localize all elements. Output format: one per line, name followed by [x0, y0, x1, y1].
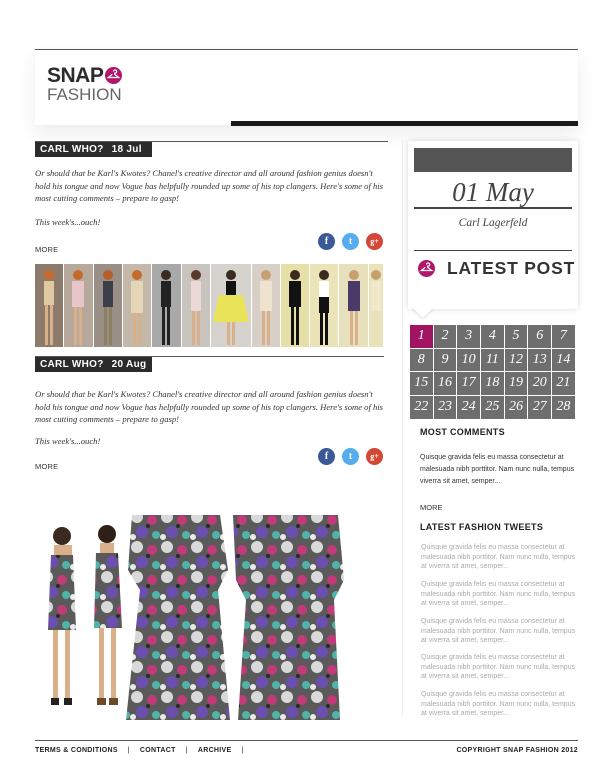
tweet-item[interactable]: Quisque gravida felis eu massa consectet… — [421, 543, 581, 572]
calendar-day[interactable]: 20 — [528, 372, 551, 395]
footer-link-archive[interactable]: ARCHIVE — [198, 747, 232, 754]
runway-photo — [122, 264, 153, 347]
hanger-icon — [418, 260, 435, 277]
runway-photo — [368, 264, 384, 347]
calendar-day[interactable]: 1 — [410, 325, 433, 348]
calendar-day[interactable]: 24 — [457, 396, 480, 419]
tweet-item[interactable]: Quisque gravida felis eu massa consectet… — [421, 653, 581, 682]
calendar-day[interactable]: 6 — [528, 325, 551, 348]
post-excerpt: Or should that be Karl's Kwotes? Chanel'… — [35, 389, 384, 424]
calendar-day[interactable]: 5 — [504, 325, 528, 348]
most-comments-text: Quisque gravida felis eu massa consectet… — [420, 454, 575, 485]
site-logo[interactable]: SNAP FASHION — [47, 64, 123, 104]
calendar-day[interactable]: 25 — [481, 396, 504, 419]
runway-photo — [210, 264, 252, 347]
calendar-day[interactable]: 2 — [433, 325, 457, 348]
google-plus-icon[interactable]: g+ — [366, 233, 383, 250]
footer-separator: | — [127, 747, 130, 754]
calendar-day[interactable]: 3 — [457, 325, 480, 348]
header-accent-bar — [231, 121, 578, 126]
calendar-day[interactable]: 27 — [528, 396, 551, 419]
runway-photo — [93, 264, 123, 347]
post-title-badge[interactable]: CARL WHO? 18 Jul — [35, 142, 152, 157]
footer-nav: TERMS & CONDITIONS | CONTACT | ARCHIVE | — [35, 747, 254, 754]
featured-post-date: 01 May — [452, 177, 534, 207]
tweet-item[interactable]: Quisque gravida felis eu massa consectet… — [421, 580, 581, 609]
logo-text-fashion: FASHION — [47, 85, 122, 104]
facebook-icon[interactable]: f — [318, 448, 335, 465]
calendar-day[interactable]: 18 — [481, 372, 504, 395]
post-subline: This week's...ouch! — [35, 436, 101, 446]
dress-product-image[interactable] — [40, 510, 385, 725]
latest-post-heading[interactable]: LATEST POST — [447, 258, 575, 279]
runway-image-strip[interactable] — [35, 264, 384, 347]
calendar-day[interactable]: 21 — [552, 372, 575, 395]
calendar-day[interactable]: 13 — [528, 348, 551, 372]
footer-link-terms[interactable]: TERMS & CONDITIONS — [35, 747, 118, 754]
calendar-day[interactable]: 23 — [433, 396, 457, 419]
footer-separator: | — [241, 747, 244, 754]
post-more-link[interactable]: MORE — [35, 245, 58, 254]
runway-photo — [280, 264, 311, 347]
copyright-text: COPYRIGHT SNAP FASHION 2012 — [456, 747, 578, 754]
post-title-badge[interactable]: CARL WHO? 20 Aug — [35, 357, 152, 372]
footer-divider — [35, 740, 578, 741]
runway-photo — [181, 264, 211, 347]
facebook-icon[interactable]: f — [318, 233, 335, 250]
runway-photo — [251, 264, 281, 347]
runway-photo — [152, 264, 182, 347]
most-comments-heading: MOST COMMENTS — [420, 427, 505, 437]
runway-photo — [310, 264, 340, 347]
featured-divider — [414, 250, 572, 251]
calendar-day[interactable]: 11 — [481, 348, 504, 372]
calendar-day[interactable]: 10 — [457, 348, 480, 372]
post-more-link[interactable]: MORE — [35, 462, 58, 471]
runway-photo — [35, 264, 65, 347]
calendar-day[interactable]: 4 — [481, 325, 504, 348]
twitter-icon[interactable]: t — [342, 448, 359, 465]
box-pointer-arrow — [412, 307, 434, 318]
calendar-day[interactable]: 16 — [433, 372, 457, 395]
post-date: 20 Aug — [111, 359, 147, 370]
hanger-logo-icon — [105, 67, 123, 84]
post-title: CARL WHO? — [40, 144, 104, 155]
sidebar-divider — [402, 140, 403, 715]
post-date: 18 Jul — [111, 144, 142, 155]
tweet-item[interactable]: Quisque gravida felis eu massa consectet… — [421, 690, 581, 719]
post-excerpt: Or should that be Karl's Kwotes? Chanel'… — [35, 168, 384, 203]
calendar-day[interactable]: 14 — [552, 348, 575, 372]
featured-post-author[interactable]: Carl Lagerfeld — [414, 217, 572, 229]
twitter-icon[interactable]: t — [342, 233, 359, 250]
calendar-day[interactable]: 15 — [410, 372, 433, 395]
featured-post-image-placeholder — [414, 148, 572, 172]
calendar-day[interactable]: 7 — [552, 325, 575, 348]
runway-photo — [64, 264, 94, 347]
calendar-grid: 1 2 3 4 5 6 7 8 9 10 11 12 13 14 15 16 17 18 19 20 21 22 23 24 2… — [410, 325, 577, 419]
site-header: SNAP FASHION — [35, 49, 578, 125]
logo-text-snap: SNAP — [47, 64, 104, 87]
google-plus-icon[interactable]: g+ — [366, 448, 383, 465]
footer-link-contact[interactable]: CONTACT — [140, 747, 176, 754]
footer-separator: | — [185, 747, 188, 754]
calendar-day[interactable]: 12 — [504, 348, 528, 372]
fashion-tweets-heading: LATEST FASHION TWEETS — [420, 522, 544, 532]
most-comments-more-link[interactable]: MORE — [420, 503, 443, 512]
runway-photo — [339, 264, 369, 347]
calendar-day[interactable]: 26 — [504, 396, 528, 419]
calendar-day[interactable]: 22 — [410, 396, 433, 419]
featured-divider — [414, 207, 572, 209]
post-subline: This week's...ouch! — [35, 217, 101, 227]
calendar-day[interactable]: 17 — [457, 372, 480, 395]
calendar-day[interactable]: 8 — [410, 348, 433, 372]
tweet-item[interactable]: Quisque gravida felis eu massa consectet… — [421, 617, 581, 646]
calendar-day[interactable]: 28 — [552, 396, 575, 419]
post-title: CARL WHO? — [40, 359, 104, 370]
calendar-day[interactable]: 9 — [433, 348, 457, 372]
calendar-day[interactable]: 19 — [504, 372, 528, 395]
